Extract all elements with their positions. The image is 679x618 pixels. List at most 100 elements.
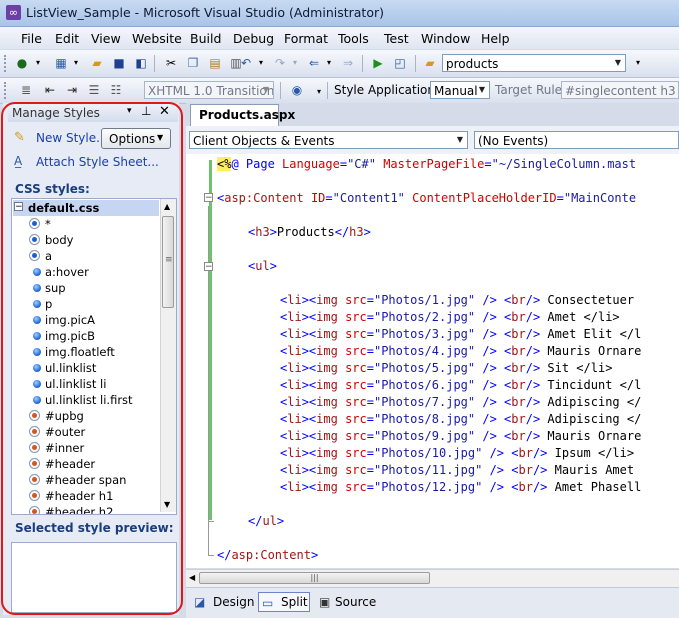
code-token: src	[337, 446, 367, 460]
toolbar-options-icon[interactable]: ▾	[630, 55, 646, 71]
dropdown-arrow-icon[interactable]: ▼	[475, 82, 489, 98]
code-token: <	[504, 480, 519, 494]
code-token: Adipiscing </	[540, 395, 642, 409]
code-token: src	[337, 378, 367, 392]
code-line-list-item: <li><img src="Photos/10.jpg" /> <br/> Ip…	[280, 445, 634, 461]
scroll-thumb[interactable]: |||	[199, 572, 430, 584]
dropdown-arrow-icon[interactable]: ▾	[30, 55, 46, 71]
target-rule-combo[interactable]: #singlecontent h3 (de	[561, 81, 679, 99]
code-token: >	[301, 378, 309, 392]
code-token: <	[504, 463, 519, 477]
code-token: >	[301, 395, 309, 409]
indent-icon[interactable]: ⇥	[64, 82, 80, 98]
code-token: Mauris Amet	[547, 463, 635, 477]
outline-line	[208, 521, 214, 522]
find-combo[interactable]: products ▼	[442, 54, 626, 72]
code-token: />	[475, 378, 497, 392]
menu-debug[interactable]: Debug	[233, 31, 274, 46]
source-view-button[interactable]: ▣ Source	[317, 592, 381, 612]
code-token: src	[337, 412, 367, 426]
code-token: img	[316, 446, 338, 460]
menu-format[interactable]: Format	[284, 31, 328, 46]
code-token: li	[287, 344, 302, 358]
code-token: />	[475, 361, 497, 375]
dropdown-arrow-icon[interactable]: ▼	[453, 132, 467, 148]
navigate-backward-icon[interactable]: ⇐	[306, 55, 322, 71]
code-token: =	[484, 157, 492, 171]
dropdown-arrow-icon[interactable]: ▼	[259, 82, 273, 98]
menu-view[interactable]: View	[91, 31, 121, 46]
code-token: img	[316, 395, 338, 409]
code-token: />	[475, 344, 497, 358]
code-token: Mauris Ornare	[540, 344, 642, 358]
menu-build[interactable]: Build	[190, 31, 221, 46]
design-view-button[interactable]: ◪ Design	[192, 592, 258, 612]
add-item-icon[interactable]: ▦	[53, 55, 69, 71]
new-project-icon[interactable]: ●	[14, 55, 30, 71]
menu-website[interactable]: Website	[132, 31, 182, 46]
find-in-files-icon[interactable]: ▰	[422, 55, 438, 71]
uncomment-icon[interactable]: ☷	[108, 82, 124, 98]
dropdown-arrow-icon[interactable]: ▾	[68, 55, 84, 71]
toolbar-options-icon[interactable]: ▾	[311, 84, 327, 100]
code-token: "Photos/12.jpg"	[373, 480, 483, 494]
check-accessibility-icon[interactable]: ◉	[289, 82, 305, 98]
collapse-icon[interactable]: −	[204, 193, 213, 203]
code-token: Amet </li>	[540, 310, 620, 324]
code-token: =	[366, 293, 374, 307]
outline-icon[interactable]: ≣	[18, 82, 34, 98]
code-token: />	[525, 327, 541, 341]
code-token: li	[287, 412, 302, 426]
toolbar-grip[interactable]	[4, 82, 9, 99]
toolbar-grip[interactable]	[4, 55, 9, 72]
find-combo-value: products	[446, 57, 499, 71]
horizontal-scrollbar[interactable]: ◀ |||	[186, 569, 679, 587]
menu-tools[interactable]: Tools	[338, 31, 369, 46]
browse-icon[interactable]: ◰	[392, 55, 408, 71]
tab-products-aspx[interactable]: Products.aspx	[190, 104, 295, 126]
tab-label: Products.aspx	[199, 108, 296, 122]
split-view-button[interactable]: ▭ Split	[258, 592, 310, 612]
cut-icon[interactable]: ✂	[163, 55, 179, 71]
toolbar-separator	[280, 82, 281, 99]
code-token: li	[287, 429, 302, 443]
outdent-icon[interactable]: ⇤	[42, 82, 58, 98]
dropdown-arrow-icon[interactable]: ▾	[253, 55, 269, 71]
code-token: src	[337, 310, 367, 324]
dropdown-arrow-icon[interactable]: ▾	[287, 55, 303, 71]
dropdown-arrow-icon[interactable]: ▾	[321, 55, 337, 71]
code-token: Language	[274, 157, 340, 171]
code-token: />	[482, 463, 505, 477]
menu-window[interactable]: Window	[421, 31, 470, 46]
schema-combo[interactable]: XHTML 1.0 Transitional ▼	[144, 81, 274, 99]
collapse-icon[interactable]: −	[204, 262, 213, 272]
code-line-list-item: <li><img src="Photos/12.jpg" /> <br/> Am…	[280, 479, 641, 495]
redo-icon[interactable]: ↷	[272, 55, 288, 71]
code-token: img	[316, 310, 338, 324]
start-debugging-icon[interactable]: ▶	[370, 55, 386, 71]
menu-file[interactable]: File	[21, 31, 42, 46]
paste-icon[interactable]: ▤	[207, 55, 223, 71]
code-token: <	[504, 446, 519, 460]
events-value: (No Events)	[478, 134, 549, 148]
open-folder-icon[interactable]: ▰	[89, 55, 105, 71]
code-line-page-directive: <%@ Page Language="C#" MasterPageFile="~…	[217, 156, 636, 172]
dropdown-arrow-icon[interactable]: ▼	[611, 55, 625, 71]
undo-icon[interactable]: ↶	[238, 55, 254, 71]
menu-test[interactable]: Test	[384, 31, 409, 46]
menu-edit[interactable]: Edit	[55, 31, 79, 46]
save-all-icon[interactable]: ◧	[133, 55, 149, 71]
copy-icon[interactable]: ❐	[185, 55, 201, 71]
style-application-combo[interactable]: Manual ▼	[430, 81, 490, 99]
code-token: img	[316, 429, 338, 443]
scroll-left-icon[interactable]: ◀	[189, 573, 195, 582]
navigate-forward-icon[interactable]: ⇒	[340, 55, 356, 71]
client-objects-combo[interactable]: Client Objects & Events ▼	[189, 131, 468, 149]
menu-help[interactable]: Help	[481, 31, 510, 46]
code-token: />	[475, 293, 497, 307]
code-token: asp:Content	[224, 191, 304, 205]
save-icon[interactable]: ■	[111, 55, 127, 71]
events-combo[interactable]: (No Events)	[474, 131, 679, 149]
code-token: />	[525, 395, 541, 409]
comment-icon[interactable]: ☰	[86, 82, 102, 98]
